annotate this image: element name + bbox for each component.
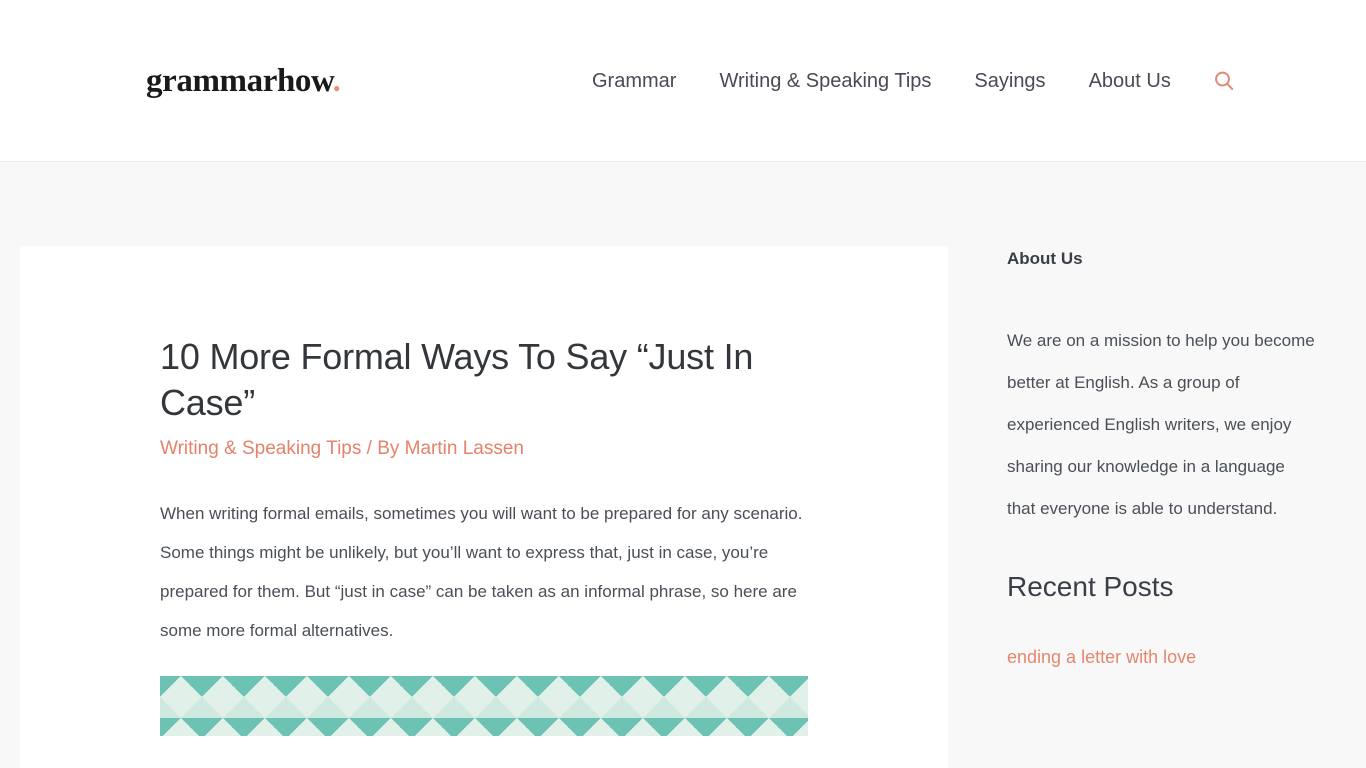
article-paragraph: When writing formal emails, sometimes yo… <box>160 504 803 640</box>
article-title: 10 More Formal Ways To Say “Just In Case… <box>160 336 754 423</box>
page-body: 10 More Formal Ways To Say “Just In Case… <box>0 162 1366 768</box>
article-featured-image <box>160 676 808 736</box>
site-logo-dot: . <box>332 63 341 99</box>
recent-posts-title: Recent Posts <box>1007 571 1174 602</box>
article-byline: Writing & Speaking Tips / By Martin Lass… <box>160 436 844 462</box>
nav-item-sayings[interactable]: Sayings <box>974 66 1045 96</box>
main-navigation: Grammar Writing & Speaking Tips Sayings … <box>592 66 1237 96</box>
nav-item-grammar[interactable]: Grammar <box>592 66 676 96</box>
byline-author-prefix: By <box>377 438 405 459</box>
site-header: grammarhow. Grammar Writing & Speaking T… <box>0 0 1366 162</box>
search-icon[interactable] <box>1211 68 1237 94</box>
about-widget-title: About Us <box>1007 249 1083 268</box>
list-item: ending a letter with love <box>1007 644 1317 670</box>
sidebar-widget-recent-posts: Recent Posts ending a letter with love <box>1007 568 1317 670</box>
article: 10 More Formal Ways To Say “Just In Case… <box>20 246 948 736</box>
site-logo-text: grammarhow <box>146 63 333 99</box>
nav-item-writing-speaking-tips[interactable]: Writing & Speaking Tips <box>719 66 931 96</box>
article-author-link[interactable]: Martin Lassen <box>405 438 524 459</box>
site-logo[interactable]: grammarhow. <box>146 60 341 102</box>
nav-item-about-us[interactable]: About Us <box>1089 66 1171 96</box>
article-category-link[interactable]: Writing & Speaking Tips <box>160 438 361 459</box>
recent-posts-list: ending a letter with love <box>1007 644 1317 670</box>
sidebar-widget-about: About Us We are on a mission to help you… <box>1007 246 1317 530</box>
byline-separator: / <box>361 438 378 459</box>
recent-post-link[interactable]: ending a letter with love <box>1007 647 1196 667</box>
about-widget-text: We are on a mission to help you become b… <box>1007 331 1315 518</box>
article-card: 10 More Formal Ways To Say “Just In Case… <box>20 246 948 768</box>
article-body: When writing formal emails, sometimes yo… <box>160 494 844 650</box>
sidebar: About Us We are on a mission to help you… <box>1007 246 1317 708</box>
